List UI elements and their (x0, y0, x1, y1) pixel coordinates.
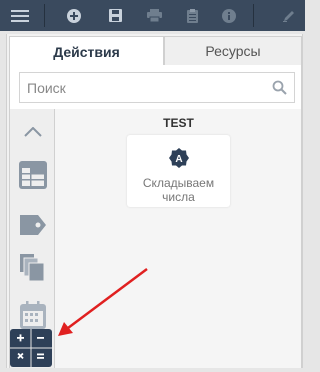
block-label: Складываем числа (142, 176, 215, 204)
tab-resources[interactable]: Ресурсы (164, 36, 302, 66)
search-box (19, 72, 295, 103)
menu-icon[interactable] (3, 0, 37, 31)
search-icon[interactable] (272, 80, 287, 100)
edit-icon[interactable] (272, 0, 306, 31)
block-card[interactable]: A Складываем числа (127, 135, 230, 207)
info-icon[interactable] (212, 0, 246, 31)
clipboard-icon[interactable] (175, 0, 209, 31)
print-icon[interactable] (137, 0, 171, 31)
svg-text:A: A (175, 154, 182, 165)
add-icon[interactable] (57, 0, 91, 31)
table-icon[interactable] (10, 154, 55, 196)
a-badge-icon: A (169, 148, 189, 173)
toolbox-panel: Действия Ресурсы TEST (6, 34, 303, 368)
group-title: TEST (163, 116, 194, 130)
blocks-area: TEST A Складываем числа (55, 109, 302, 368)
collapse-up-icon[interactable] (10, 111, 55, 153)
tab-actions[interactable]: Действия (9, 36, 164, 66)
save-icon[interactable] (98, 0, 132, 31)
calculator-icon[interactable] (10, 329, 52, 367)
search-bar (9, 65, 302, 109)
search-input[interactable] (27, 79, 267, 97)
tab-bar: Действия Ресурсы (7, 36, 304, 66)
tag-icon[interactable] (10, 204, 55, 246)
top-toolbar (0, 0, 305, 31)
copy-icon[interactable] (10, 247, 55, 289)
